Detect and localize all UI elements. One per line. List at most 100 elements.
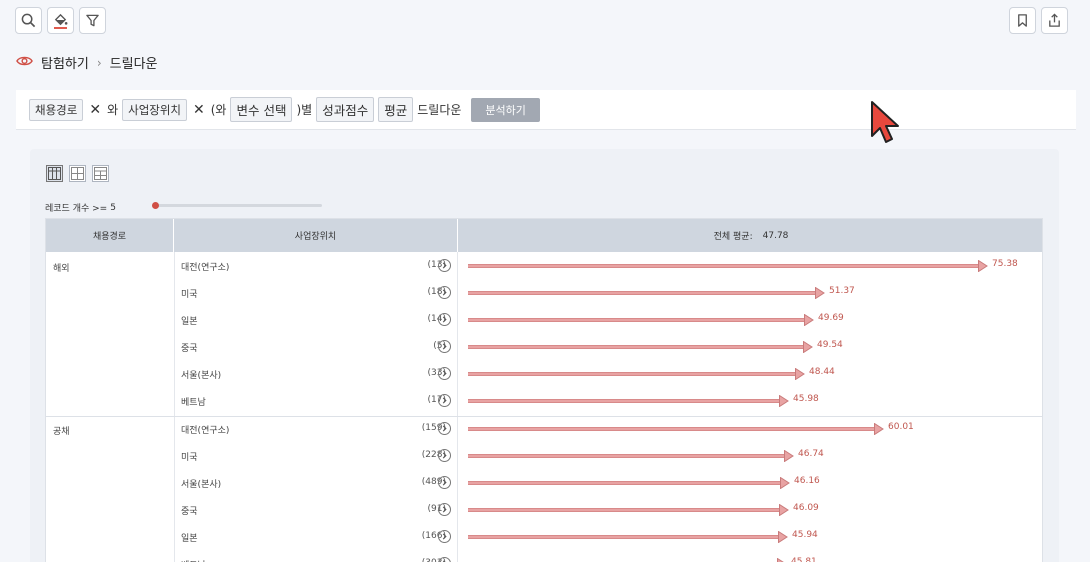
pivot-view-icon [94, 167, 107, 180]
table-row[interactable]: 일본 (14) 49.69 [174, 307, 1042, 334]
value-bar [468, 395, 790, 407]
table-view-icon [48, 167, 61, 180]
table-row[interactable]: 일본 (166) 45.94 [174, 524, 1042, 551]
breadcrumb-current: 드릴다운 [109, 57, 158, 72]
table-row[interactable]: 중국 (91) 46.09 [174, 497, 1042, 524]
slider-handle[interactable] [152, 202, 159, 209]
top-toolbar [15, 7, 106, 34]
header-overall-average: 전체 평균: 47.78 [458, 219, 1042, 252]
drill-button[interactable] [438, 313, 451, 326]
chevron-right-icon [442, 425, 447, 432]
table-header: 채용경로 사업장위치 전체 평균: 47.78 [46, 219, 1042, 252]
value-label: 60.01 [888, 422, 914, 432]
drill-button[interactable] [438, 503, 451, 516]
bar-arrowhead [780, 477, 790, 489]
bar-shaft [468, 399, 780, 403]
drilldown-table: 채용경로 사업장위치 전체 평균: 47.78 해외 대전(연구소) (13) 75.… [45, 218, 1043, 562]
filter-icon [86, 14, 99, 27]
value-label: 75.38 [992, 259, 1018, 269]
bar-arrowhead [784, 450, 794, 462]
table-row[interactable]: 베트남 (17) 45.98 [174, 388, 1042, 415]
share-button[interactable] [1041, 7, 1068, 34]
location-label: 베트남 [181, 398, 206, 408]
breadcrumb-root[interactable]: 탐험하기 [41, 53, 89, 72]
search-button[interactable] [15, 7, 42, 34]
value-bar [468, 504, 790, 516]
bar-shaft [468, 535, 779, 539]
bar-shaft [468, 345, 804, 349]
location-label: 서울(본사) [181, 371, 222, 381]
table-row[interactable]: 서울(본사) (489) 46.16 [174, 470, 1042, 497]
drill-button[interactable] [438, 422, 451, 435]
remove-chip-icon[interactable]: ✕ [89, 102, 101, 118]
value-bar [468, 314, 815, 326]
drill-button[interactable] [438, 449, 451, 462]
value-bar [468, 477, 791, 489]
value-label: 48.44 [809, 367, 835, 377]
drill-button[interactable] [438, 340, 451, 353]
bar-shaft [468, 508, 780, 512]
chip-work-location[interactable]: 사업장위치 [122, 98, 188, 121]
analyze-button[interactable]: 분석하기 [471, 97, 540, 122]
location-label: 중국 [181, 344, 198, 354]
table-row[interactable]: 베트남(303)45.81 [174, 551, 1042, 562]
drill-button[interactable] [438, 259, 451, 272]
value-bar [468, 531, 789, 543]
header-recruit-path[interactable]: 채용경로 [46, 219, 174, 252]
chip-recruit-path[interactable]: 채용경로 [29, 98, 84, 121]
value-label: 45.98 [793, 394, 819, 404]
record-count-slider[interactable] [152, 202, 322, 209]
table-row[interactable]: 대전(연구소) (159) 60.01 [174, 416, 1042, 443]
value-label: 49.54 [817, 340, 843, 350]
drill-button[interactable] [438, 367, 451, 380]
chevron-right-icon [442, 370, 447, 377]
result-panel: 레코드 개수 >= 5 채용경로 사업장위치 전체 평균: 47.78 해외대전… [30, 149, 1059, 562]
location-label: 일본 [181, 317, 198, 327]
drill-button[interactable] [438, 394, 451, 407]
bar-shaft [468, 372, 796, 376]
query-word-by: )별 [296, 103, 313, 117]
bar-arrowhead [815, 287, 825, 299]
bar-shaft [468, 291, 816, 295]
table-row[interactable]: 중국 (5) 49.54 [174, 334, 1042, 361]
drill-button[interactable] [438, 286, 451, 299]
chip-select-variable[interactable]: 변수 선택 [230, 97, 293, 122]
breadcrumb: 탐험하기 › 드릴다운 [16, 53, 158, 72]
bar-shaft [468, 427, 875, 431]
table-row[interactable]: 대전(연구소) (13) 75.38 [174, 253, 1042, 280]
record-count-value: 5 [110, 202, 116, 213]
chip-average[interactable]: 평균 [378, 97, 414, 122]
chevron-right-icon [442, 262, 447, 269]
bookmark-button[interactable] [1009, 7, 1036, 34]
table-row[interactable]: 서울(본사) (33) 48.44 [174, 361, 1042, 388]
table-view-button[interactable] [46, 165, 63, 182]
bar-shaft [468, 264, 979, 268]
location-label: 베트남 [181, 558, 206, 562]
paint-button[interactable] [47, 7, 74, 34]
value-label: 46.09 [793, 503, 819, 513]
record-count-label: 레코드 개수 >= [45, 204, 108, 214]
paint-active-indicator [54, 27, 67, 29]
chip-performance-score[interactable]: 성과점수 [316, 97, 375, 122]
chevron-right-icon [442, 316, 447, 323]
table-row[interactable]: 미국 (18) 51.37 [174, 280, 1042, 307]
header-work-location[interactable]: 사업장위치 [174, 219, 458, 252]
drill-button[interactable] [438, 476, 451, 489]
remove-chip-icon[interactable]: ✕ [193, 102, 205, 118]
drill-button[interactable] [438, 557, 451, 562]
table-row[interactable]: 미국 (228) 46.74 [174, 443, 1042, 470]
drill-button[interactable] [438, 530, 451, 543]
chevron-right-icon [442, 452, 447, 459]
group-name: 해외 [53, 264, 70, 274]
location-label: 미국 [181, 290, 198, 300]
filter-button[interactable] [79, 7, 106, 34]
pivot-view-button[interactable] [92, 165, 109, 182]
bar-arrowhead [778, 531, 788, 543]
query-bar: 채용경로 ✕ 와 사업장위치 ✕ (와 변수 선택 )별 성과점수 평균 드릴다… [16, 90, 1076, 130]
value-bar [468, 450, 795, 462]
grid-view-icon [71, 167, 84, 180]
value-label: 45.81 [791, 557, 817, 562]
search-icon [21, 13, 36, 28]
grid-view-button[interactable] [69, 165, 86, 182]
location-label: 대전(연구소) [181, 263, 230, 273]
